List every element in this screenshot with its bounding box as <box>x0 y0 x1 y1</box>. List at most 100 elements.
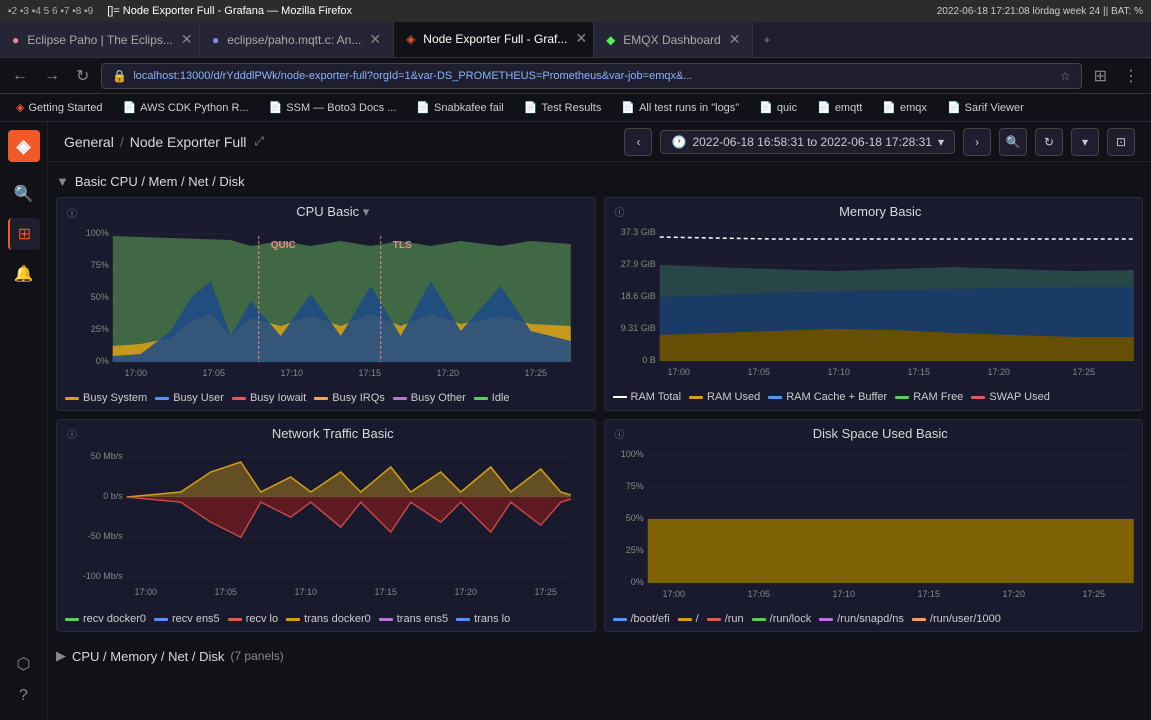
tab-eclipse2-label: eclipse/paho.mqtt.c: An... <box>227 33 361 47</box>
breadcrumb-page[interactable]: Node Exporter Full <box>130 134 247 150</box>
panel-cpu-header: ⓘ CPU Basic ▾ <box>57 198 595 222</box>
tab-grafana-close[interactable]: ✕ <box>575 30 587 47</box>
legend-run-snapd[interactable]: /run/snapd/ns <box>819 613 904 625</box>
panel-disk-info[interactable]: ⓘ <box>615 426 625 441</box>
svg-text:25%: 25% <box>625 545 643 555</box>
tab-eclipse1[interactable]: ● Eclipse Paho | The Eclips... ✕ <box>0 22 200 57</box>
legend-ram-used[interactable]: RAM Used <box>689 391 760 403</box>
legend-busy-system[interactable]: Busy System <box>65 392 147 404</box>
svg-text:17:05: 17:05 <box>747 367 770 377</box>
svg-text:17:20: 17:20 <box>454 587 477 597</box>
bookmark-quic[interactable]: 📄 quic <box>751 99 805 116</box>
menu-icon[interactable]: ⋮ <box>1119 64 1143 88</box>
chevron-down-icon: ▾ <box>938 135 944 149</box>
svg-text:17:15: 17:15 <box>374 587 397 597</box>
legend-busy-irqs[interactable]: Busy IRQs <box>314 392 385 404</box>
legend-recv-docker0[interactable]: recv docker0 <box>65 613 146 625</box>
legend-run[interactable]: /run <box>707 613 744 625</box>
legend-busy-user[interactable]: Busy User <box>155 392 224 404</box>
time-nav-next[interactable]: › <box>963 128 991 156</box>
legend-trans-docker0[interactable]: trans docker0 <box>286 613 371 625</box>
zoom-out-button[interactable]: 🔍 <box>999 128 1027 156</box>
network-chart-container: 50 Mb/s 0 b/s -50 Mb/s -100 Mb/s <box>57 443 595 609</box>
sidebar-help-icon[interactable]: ? <box>8 680 40 712</box>
legend-root[interactable]: / <box>678 613 699 625</box>
legend-swap-used[interactable]: SWAP Used <box>971 391 1050 403</box>
tab-eclipse2-close[interactable]: ✕ <box>369 31 381 48</box>
reload-button[interactable]: ↻ <box>72 64 93 88</box>
tab-emqx-close[interactable]: ✕ <box>729 31 741 48</box>
bookmark-emqx[interactable]: 📄 emqx <box>874 99 935 116</box>
time-range-picker[interactable]: 🕐 2022-06-18 16:58:31 to 2022-06-18 17:2… <box>660 130 955 154</box>
svg-text:17:15: 17:15 <box>917 589 940 599</box>
legend-recv-ens5[interactable]: recv ens5 <box>154 613 220 625</box>
panel-cpu-info[interactable]: ⓘ <box>67 205 77 220</box>
grafana-logo[interactable]: ◈ <box>8 130 40 162</box>
memory-chart-container: 37.3 GiB 27.9 GiB 18.6 GiB 9.31 GiB 0 B <box>605 221 1143 387</box>
bookmark-test-results[interactable]: 📄 Test Results <box>516 99 610 116</box>
sidebar-plugins-icon[interactable]: ⬡ <box>8 648 40 680</box>
bookmark-aws[interactable]: 📄 AWS CDK Python R... <box>114 99 256 116</box>
time-nav-prev[interactable]: ‹ <box>624 128 652 156</box>
tab-eclipse1-close[interactable]: ✕ <box>181 31 193 48</box>
legend-run-lock[interactable]: /run/lock <box>752 613 812 625</box>
sidebar: ◈ 🔍 ⊞ 🔔 ⬡ ? <box>0 122 48 720</box>
panel-memory-info[interactable]: ⓘ <box>615 204 625 219</box>
legend-idle[interactable]: Idle <box>474 392 510 404</box>
kiosk-button[interactable]: ⊡ <box>1107 128 1135 156</box>
bookmark-emqtt[interactable]: 📄 emqtt <box>809 99 870 116</box>
legend-ram-total[interactable]: RAM Total <box>613 391 682 403</box>
panel-cpu-dropdown[interactable]: ▾ <box>363 204 370 219</box>
tab-grafana-icon: ◈ <box>406 32 415 46</box>
breadcrumb-general[interactable]: General <box>64 134 114 150</box>
section-basic[interactable]: ▼ Basic CPU / Mem / Net / Disk <box>56 170 1143 197</box>
panel-disk-header: ⓘ Disk Space Used Basic <box>605 420 1143 443</box>
extensions-icon[interactable]: ⊞ <box>1090 64 1111 88</box>
tab-emqx[interactable]: ◆ EMQX Dashboard ✕ <box>594 22 753 57</box>
svg-text:17:25: 17:25 <box>524 368 547 378</box>
back-button[interactable]: ← <box>8 65 32 87</box>
sidebar-search-icon[interactable]: 🔍 <box>8 178 40 210</box>
forward-button[interactable]: → <box>40 65 64 87</box>
title-bar-left: ▪2 ▪3 ▪4 5 6 ▪7 ▪8 ▪9 []= Node Exporter … <box>8 5 352 17</box>
legend-trans-ens5[interactable]: trans ens5 <box>379 613 448 625</box>
tab-emqx-icon: ◆ <box>606 33 615 47</box>
star-icon[interactable]: ☆ <box>1060 69 1071 83</box>
tab-eclipse2[interactable]: ● eclipse/paho.mqtt.c: An... ✕ <box>200 22 394 57</box>
sidebar-alerts-icon[interactable]: 🔔 <box>8 258 40 290</box>
refresh-interval-button[interactable]: ▾ <box>1071 128 1099 156</box>
legend-ram-cache[interactable]: RAM Cache + Buffer <box>768 391 887 403</box>
bookmark-sarif[interactable]: 📄 Sarif Viewer <box>939 99 1032 116</box>
tab-grafana[interactable]: ◈ Node Exporter Full - Graf... ✕ <box>394 22 594 57</box>
svg-text:17:20: 17:20 <box>436 368 459 378</box>
share-icon[interactable]: ⤢ <box>254 134 264 149</box>
svg-text:9.31 GiB: 9.31 GiB <box>620 323 655 333</box>
bookmark-getting-started[interactable]: ◈ Getting Started <box>8 99 110 116</box>
panel-memory-basic: ⓘ Memory Basic 37.3 GiB 27.9 GiB 18.6 Gi… <box>604 197 1144 411</box>
legend-dot-user <box>155 397 169 400</box>
legend-ram-free[interactable]: RAM Free <box>895 391 963 403</box>
new-tab-button[interactable]: + <box>753 22 780 57</box>
panel-network-info[interactable]: ⓘ <box>67 426 77 441</box>
bookmark-ssm[interactable]: 📄 SSM — Boto3 Docs ... <box>261 99 405 116</box>
section-cpu-mem-net-disk[interactable]: ▶ CPU / Memory / Net / Disk (7 panels) <box>56 640 1143 668</box>
legend-dot-root <box>678 618 692 621</box>
legend-boot-efi[interactable]: /boot/efi <box>613 613 670 625</box>
legend-busy-other[interactable]: Busy Other <box>393 392 466 404</box>
legend-recv-lo[interactable]: recv lo <box>228 613 278 625</box>
clock-icon: 🕐 <box>671 135 686 149</box>
legend-busy-iowait[interactable]: Busy Iowait <box>232 392 306 404</box>
legend-dot-run <box>707 618 721 621</box>
bookmark-all-test[interactable]: 📄 All test runs in "logs" <box>613 99 747 116</box>
legend-run-user-1000[interactable]: /run/user/1000 <box>912 613 1001 625</box>
refresh-button[interactable]: ↻ <box>1035 128 1063 156</box>
panel-disk-title: Disk Space Used Basic <box>629 426 1133 441</box>
legend-trans-lo[interactable]: trans lo <box>456 613 510 625</box>
sidebar-dashboards-icon[interactable]: ⊞ <box>8 218 40 250</box>
bookmark-icon-0: ◈ <box>16 101 24 114</box>
url-box[interactable]: 🔒 localhost:13000/d/rYdddlPWk/node-expor… <box>101 63 1081 89</box>
bookmark-snab[interactable]: 📄 Snabkafee fail <box>408 99 511 116</box>
bookmark-icon-8: 📄 <box>882 101 896 114</box>
legend-dot-trans-docker0 <box>286 618 300 621</box>
svg-text:17:00: 17:00 <box>662 589 685 599</box>
